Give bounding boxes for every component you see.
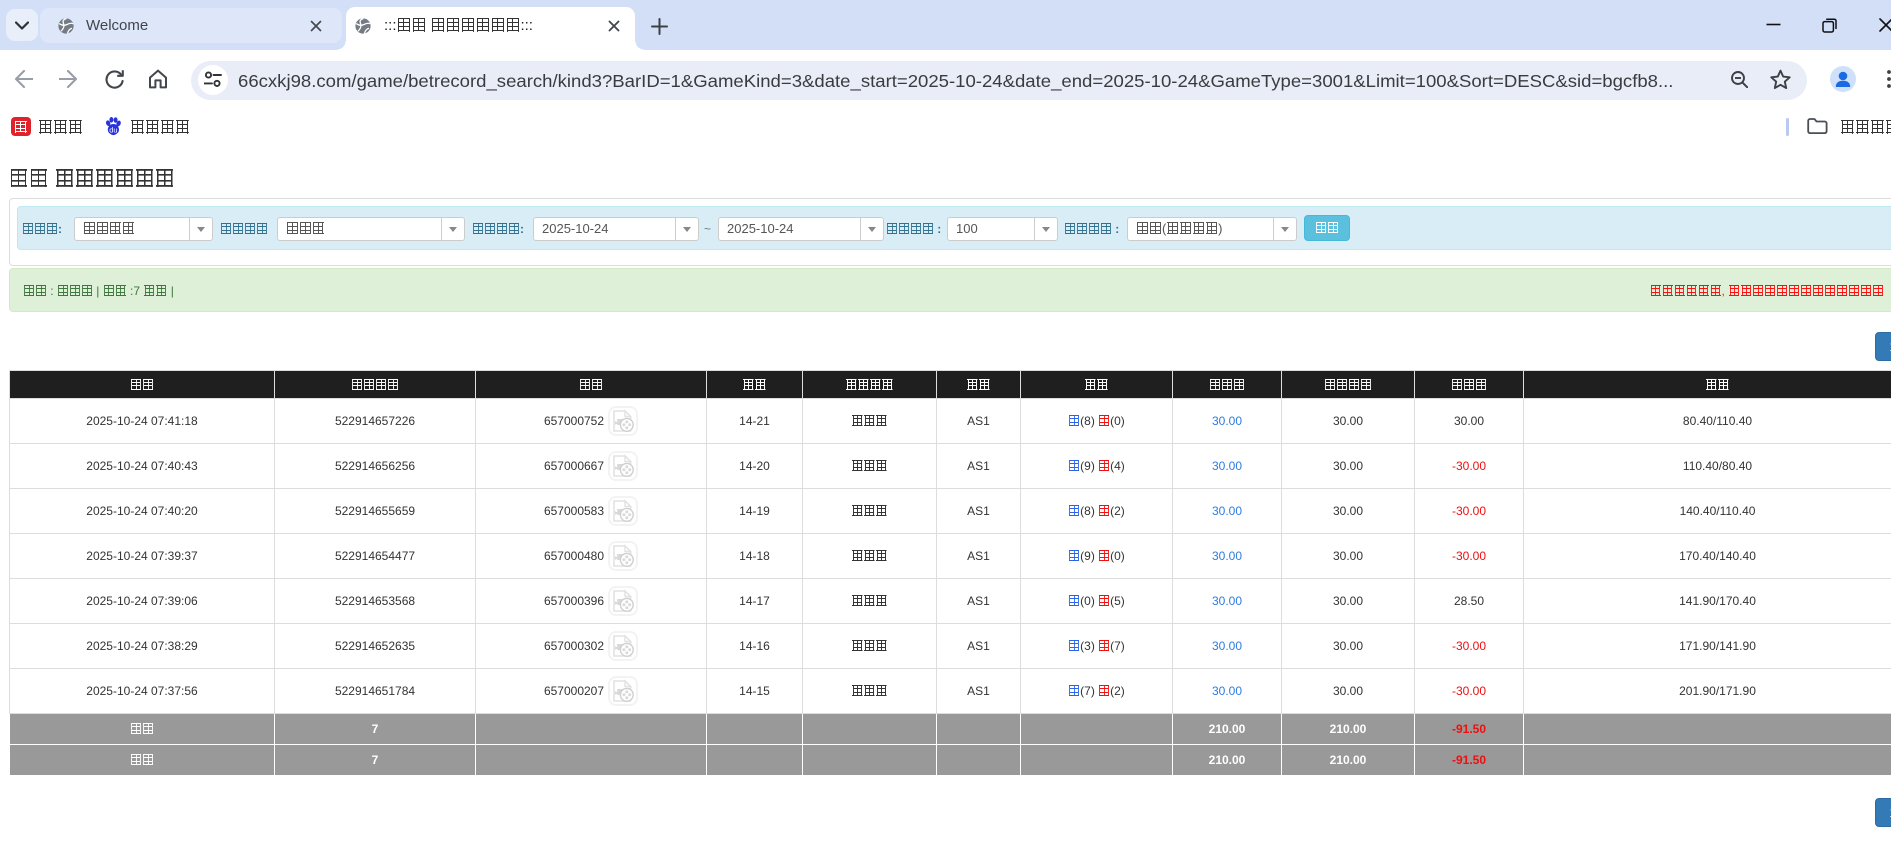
svg-text:du: du <box>109 126 117 135</box>
